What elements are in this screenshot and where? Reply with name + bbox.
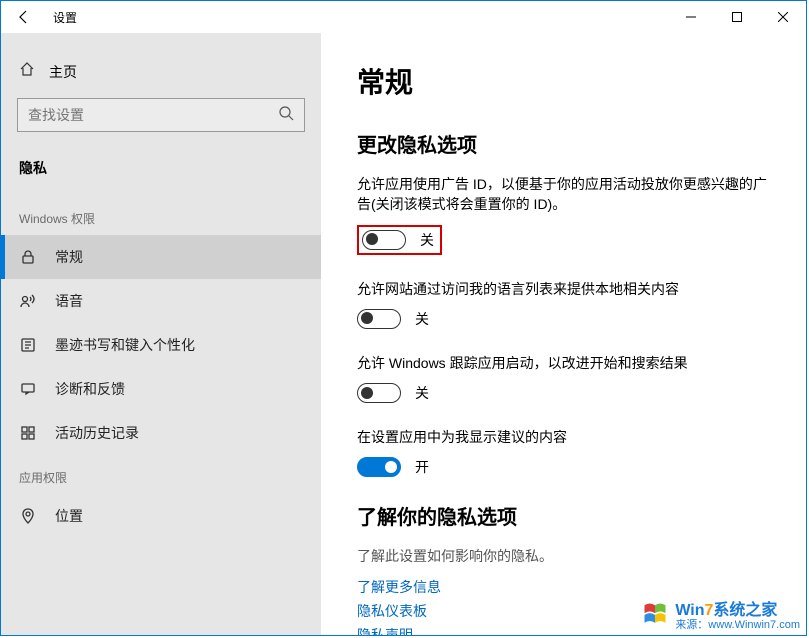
window-title: 设置 [53, 9, 77, 26]
home-label: 主页 [49, 62, 77, 82]
search-input[interactable] [28, 107, 278, 123]
main-content: 常规 更改隐私选项 允许应用使用广告 ID，以便基于你的应用活动投放你更感兴趣的… [321, 33, 806, 635]
toggle-state-label: 关 [415, 309, 429, 329]
option-desc: 允许应用使用广告 ID，以便基于你的应用活动投放你更感兴趣的广告(关闭该模式将会… [357, 174, 770, 215]
nav-inking[interactable]: 墨迹书写和键入个性化 [1, 323, 321, 367]
learn-heading: 了解你的隐私选项 [357, 501, 770, 530]
close-button[interactable] [760, 1, 806, 33]
toggle-state-label: 关 [415, 383, 429, 403]
toggle-switch[interactable] [362, 230, 406, 250]
section-heading: 更改隐私选项 [357, 129, 770, 158]
section-title: 隐私 [1, 152, 321, 196]
group-app-perms: 应用权限 [1, 455, 321, 494]
back-button[interactable] [1, 1, 47, 33]
nav-label: 常规 [55, 247, 83, 267]
toggle-switch[interactable] [357, 309, 401, 329]
nav-activity[interactable]: 活动历史记录 [1, 411, 321, 455]
speech-icon [19, 293, 37, 309]
nav-label: 语音 [55, 291, 83, 311]
location-icon [19, 508, 37, 524]
minimize-button[interactable] [668, 1, 714, 33]
nav-label: 墨迹书写和键入个性化 [55, 335, 195, 355]
toggle-switch[interactable] [357, 383, 401, 403]
toggle-state-label: 开 [415, 457, 429, 477]
nav-location[interactable]: 位置 [1, 494, 321, 538]
lock-icon [19, 249, 37, 265]
nav-label: 诊断和反馈 [55, 379, 125, 399]
home-link[interactable]: 主页 [1, 53, 321, 98]
home-icon [19, 61, 35, 82]
option-desc: 允许网站通过访问我的语言列表来提供本地相关内容 [357, 279, 770, 299]
watermark-title: Win7系统之家 [675, 602, 777, 619]
nav-speech[interactable]: 语音 [1, 279, 321, 323]
watermark: Win7系统之家 来源：www.Winwin7.com [641, 596, 800, 631]
nav-diagnostics[interactable]: 诊断和反馈 [1, 367, 321, 411]
toggle-state-label: 关 [420, 230, 434, 250]
search-icon [278, 105, 294, 126]
option-desc: 允许 Windows 跟踪应用启动，以改进开始和搜索结果 [357, 353, 770, 373]
nav-label: 活动历史记录 [55, 423, 139, 443]
watermark-logo [641, 600, 669, 628]
learn-desc: 了解此设置如何影响你的隐私。 [357, 546, 770, 566]
page-title: 常规 [357, 61, 770, 101]
toggle-switch[interactable] [357, 457, 401, 477]
sidebar: 主页 隐私 Windows 权限 常规 语音 [1, 33, 321, 635]
nav-general[interactable]: 常规 [1, 235, 321, 279]
titlebar: 设置 [1, 1, 806, 33]
inking-icon [19, 337, 37, 353]
history-icon [19, 425, 37, 441]
option-desc: 在设置应用中为我显示建议的内容 [357, 427, 770, 447]
feedback-icon [19, 381, 37, 397]
maximize-button[interactable] [714, 1, 760, 33]
group-windows-perms: Windows 权限 [1, 196, 321, 235]
search-box[interactable] [17, 98, 305, 132]
watermark-url: 来源：www.Winwin7.com [675, 620, 800, 631]
nav-label: 位置 [55, 506, 83, 526]
